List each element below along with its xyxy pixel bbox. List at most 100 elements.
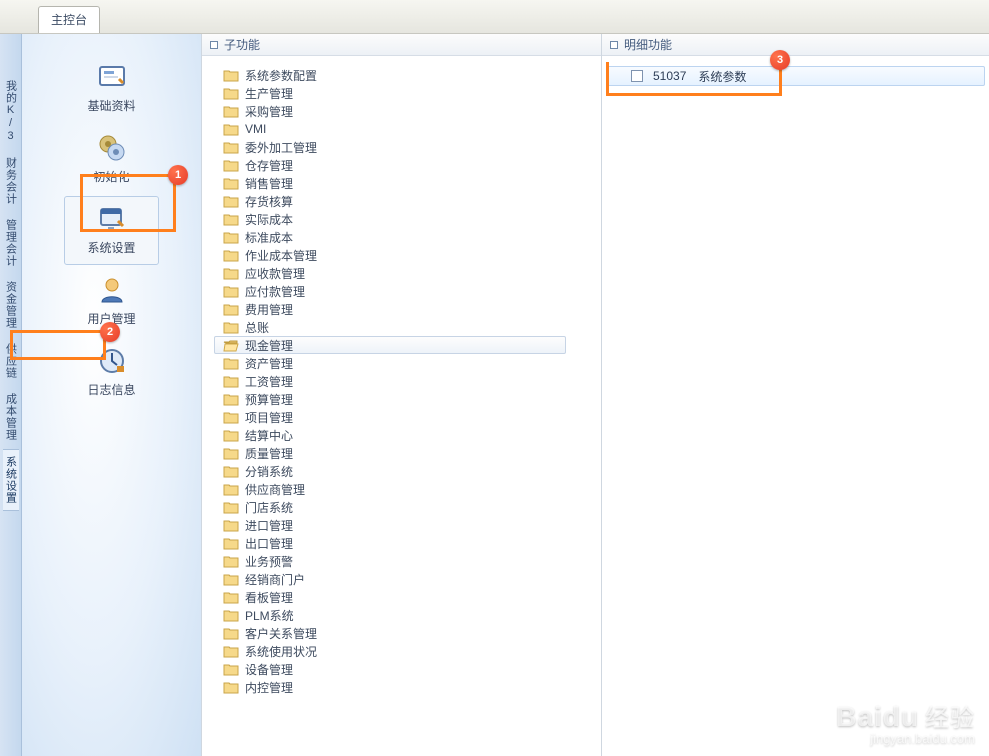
tree-item[interactable]: 系统使用状况 xyxy=(214,642,589,660)
tree-item-label: 进口管理 xyxy=(245,517,293,534)
tree-item[interactable]: 资产管理 xyxy=(214,354,589,372)
tree-item-label: 经销商门户 xyxy=(245,571,305,588)
square-icon xyxy=(610,41,618,49)
tree-item[interactable]: 内控管理 xyxy=(214,678,589,696)
vertical-tab[interactable]: 财务会计 xyxy=(3,151,19,211)
tree-item[interactable]: 标准成本 xyxy=(214,228,589,246)
vertical-tab[interactable]: 供应链 xyxy=(3,337,19,385)
nav-item[interactable]: 初始化 xyxy=(64,125,159,194)
tree-item-label: 客户关系管理 xyxy=(245,625,317,642)
tree-item[interactable]: 应收款管理 xyxy=(214,264,589,282)
tree-item-label: 存货核算 xyxy=(245,193,293,210)
detail-header: 明细功能 xyxy=(602,34,989,56)
tree-item-label: 仓存管理 xyxy=(245,157,293,174)
nav-item[interactable]: 系统设置 xyxy=(64,196,159,265)
nav-icon xyxy=(96,132,128,164)
tree-item-label: 采购管理 xyxy=(245,103,293,120)
annotation-badge-3: 3 xyxy=(770,50,790,70)
tree-item[interactable]: 项目管理 xyxy=(214,408,589,426)
tree-item[interactable]: 采购管理 xyxy=(214,102,589,120)
detail-body: 3 51037系统参数 xyxy=(602,56,989,96)
detail-header-label: 明细功能 xyxy=(624,36,672,53)
tree-item-label: 质量管理 xyxy=(245,445,293,462)
tree-item[interactable]: 委外加工管理 xyxy=(214,138,589,156)
tree-item-label: 项目管理 xyxy=(245,409,293,426)
tree-item[interactable]: 现金管理 xyxy=(214,336,566,354)
nav-item-label: 系统设置 xyxy=(87,241,135,255)
tree-item[interactable]: 供应商管理 xyxy=(214,480,589,498)
folder-icon xyxy=(223,339,239,352)
vertical-tab[interactable]: 成本管理 xyxy=(3,387,19,447)
tree-item[interactable]: 结算中心 xyxy=(214,426,589,444)
tree-item[interactable]: 销售管理 xyxy=(214,174,589,192)
tree-item[interactable]: 工资管理 xyxy=(214,372,589,390)
tree-item-label: 系统参数配置 xyxy=(245,67,317,84)
folder-icon xyxy=(223,411,239,424)
tree-item[interactable]: 仓存管理 xyxy=(214,156,589,174)
nav-item[interactable]: 日志信息 xyxy=(64,338,159,407)
subfunction-tree[interactable]: 2 系统参数配置生产管理采购管理VMI委外加工管理仓存管理销售管理存货核算实际成… xyxy=(202,56,601,756)
folder-icon xyxy=(223,393,239,406)
tree-item[interactable]: 客户关系管理 xyxy=(214,624,589,642)
tree-item[interactable]: 出口管理 xyxy=(214,534,589,552)
tree-item[interactable]: 进口管理 xyxy=(214,516,589,534)
tree-item[interactable]: 总账 xyxy=(214,318,589,336)
folder-icon xyxy=(223,501,239,514)
tree-item[interactable]: 系统参数配置 xyxy=(214,66,589,84)
nav-item-label: 日志信息 xyxy=(87,383,135,397)
tree-item-label: 销售管理 xyxy=(245,175,293,192)
tree-item[interactable]: 分销系统 xyxy=(214,462,589,480)
tree-item[interactable]: 生产管理 xyxy=(214,84,589,102)
detail-item-code: 51037 xyxy=(653,69,686,83)
folder-icon xyxy=(223,447,239,460)
nav-icon xyxy=(96,61,128,93)
folder-icon xyxy=(223,285,239,298)
detail-item-label: 系统参数 xyxy=(698,68,746,85)
tree-item[interactable]: 门店系统 xyxy=(214,498,589,516)
folder-icon xyxy=(223,123,239,136)
vertical-tab[interactable]: 我的K/3 xyxy=(3,74,19,149)
tree-item[interactable]: 设备管理 xyxy=(214,660,589,678)
vertical-tab[interactable]: 管理会计 xyxy=(3,213,19,273)
folder-icon xyxy=(223,321,239,334)
folder-icon xyxy=(223,465,239,478)
tab-main-console[interactable]: 主控台 xyxy=(38,6,100,33)
tree-item[interactable]: 质量管理 xyxy=(214,444,589,462)
tree-item[interactable]: 业务预警 xyxy=(214,552,589,570)
folder-icon xyxy=(223,249,239,262)
folder-icon xyxy=(223,483,239,496)
tree-item[interactable]: 看板管理 xyxy=(214,588,589,606)
folder-icon xyxy=(223,663,239,676)
folder-icon xyxy=(223,591,239,604)
tree-item[interactable]: 经销商门户 xyxy=(214,570,589,588)
vertical-tab[interactable]: 资金管理 xyxy=(3,275,19,335)
folder-icon xyxy=(223,69,239,82)
subfunction-header-label: 子功能 xyxy=(224,36,260,53)
detail-column: 明细功能 3 51037 系统参数 xyxy=(602,34,989,756)
tree-item-label: 委外加工管理 xyxy=(245,139,317,156)
tree-item[interactable]: 作业成本管理 xyxy=(214,246,589,264)
tree-item[interactable]: 存货核算 xyxy=(214,192,589,210)
tree-item[interactable]: 实际成本 xyxy=(214,210,589,228)
vertical-tab[interactable]: 系统设置 xyxy=(3,449,19,511)
folder-icon xyxy=(223,303,239,316)
folder-icon xyxy=(223,609,239,622)
nav-icon xyxy=(96,274,128,306)
tree-item-label: 内控管理 xyxy=(245,679,293,696)
tree-item-label: 应收款管理 xyxy=(245,265,305,282)
detail-item[interactable]: 51037 系统参数 xyxy=(606,66,985,86)
folder-icon xyxy=(223,231,239,244)
tree-item[interactable]: VMI xyxy=(214,120,589,138)
nav-item-label: 初始化 xyxy=(93,170,129,184)
tree-item[interactable]: 预算管理 xyxy=(214,390,589,408)
tree-item[interactable]: 应付款管理 xyxy=(214,282,589,300)
folder-icon xyxy=(223,537,239,550)
annotation-badge-1: 1 xyxy=(168,165,188,185)
folder-icon xyxy=(223,213,239,226)
subfunction-column: 子功能 2 系统参数配置生产管理采购管理VMI委外加工管理仓存管理销售管理存货核… xyxy=(202,34,602,756)
tree-item-label: 总账 xyxy=(245,319,269,336)
tree-item[interactable]: 费用管理 xyxy=(214,300,589,318)
nav-item[interactable]: 基础资料 xyxy=(64,54,159,123)
nav-item-label: 基础资料 xyxy=(87,99,135,113)
tree-item[interactable]: PLM系统 xyxy=(214,606,589,624)
